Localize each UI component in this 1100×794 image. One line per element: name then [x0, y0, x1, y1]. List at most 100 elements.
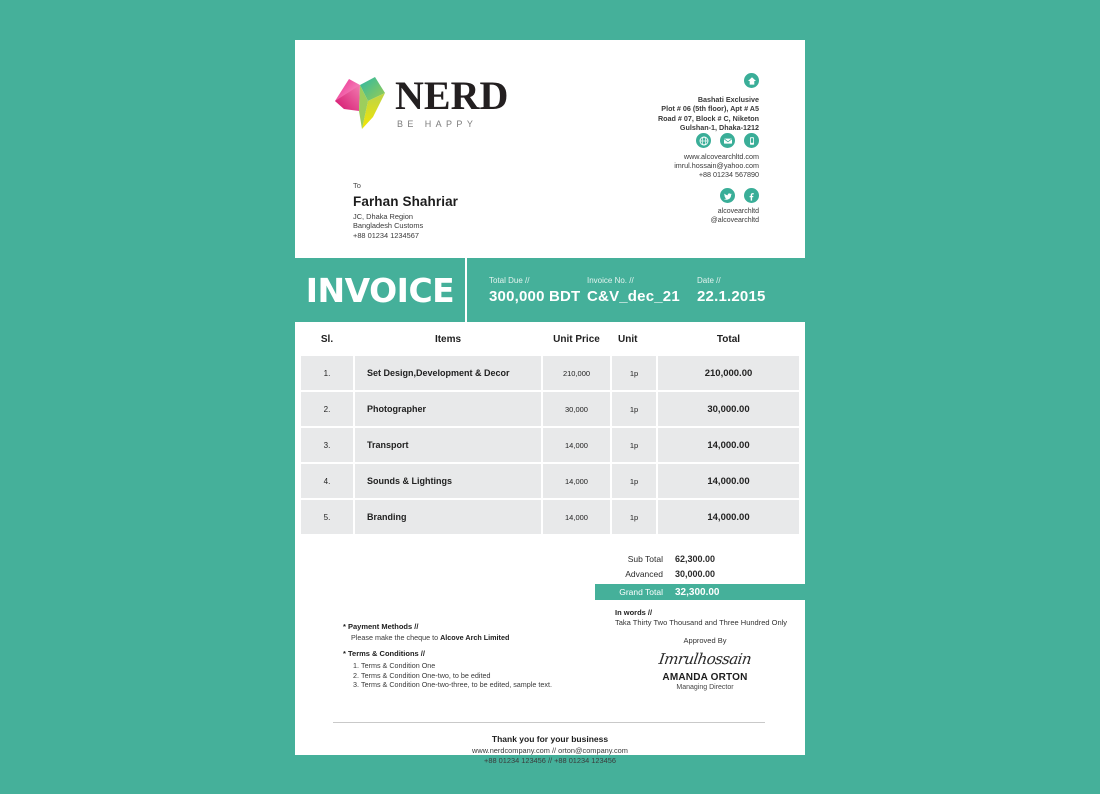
logo-name: NERD — [395, 73, 509, 118]
row-total: 30,000.00 — [658, 392, 799, 426]
thank-you-block: Thank you for your business www.nerdcomp… — [295, 734, 805, 765]
twitter-icon[interactable] — [720, 188, 735, 203]
globe-icon[interactable] — [696, 133, 711, 148]
row-unit: 1p — [612, 392, 656, 426]
row-item: Sounds & Lightings — [355, 464, 541, 498]
line-items-table: Sl. Items Unit Price Unit Total 1. Set D… — [295, 322, 805, 534]
home-icon — [744, 73, 759, 89]
footer-divider — [333, 722, 765, 723]
payment-prefix: Please make the cheque to — [351, 633, 441, 642]
in-words-text: Taka Thirty Two Thousand and Three Hundr… — [615, 618, 788, 627]
footer-web-email: www.nerdcompany.com // orton@company.com — [472, 746, 628, 755]
row-sl: 2. — [301, 392, 353, 426]
payment-methods-heading: * Payment Methods // — [343, 622, 419, 631]
row-unit: 1p — [612, 500, 656, 534]
invoice-number-label: Invoice No. // — [587, 275, 634, 285]
terms-heading: * Terms & Conditions // — [343, 649, 425, 658]
row-price: 14,000 — [543, 464, 610, 498]
sub-total-row: Sub Total 62,300.00 — [295, 552, 805, 567]
bill-to-line-1: JC, Dhaka Region — [353, 212, 413, 221]
grand-total-label: Grand Total — [619, 587, 663, 597]
row-item: Branding — [355, 500, 541, 534]
company-logo: NERD BE HAPPY — [333, 71, 508, 141]
address-line-4: Gulshan-1, Dhaka-1212 — [679, 123, 759, 133]
address-lines: Bashati Exclusive Plot # 06 (5th floor),… — [658, 95, 759, 133]
table-row: 3. Transport 14,000 1p 14,000.00 — [295, 428, 805, 462]
column-header-items: Items — [434, 333, 462, 345]
terms-item: Terms & Condition One — [361, 661, 552, 671]
company-email[interactable]: imrul.hossain@yahoo.com — [674, 161, 759, 170]
table-row: 4. Sounds & Lightings 14,000 1p 14,000.0… — [295, 464, 805, 498]
invoice-number-value: C&V_dec_21 — [587, 287, 680, 305]
terms-list: Terms & Condition One Terms & Condition … — [343, 661, 552, 690]
address-line-2: Plot # 06 (5th floor), Apt # A5 — [661, 104, 759, 114]
row-sl: 5. — [301, 500, 353, 534]
bill-to-line-3: +88 01234 1234567 — [353, 230, 419, 240]
contact-lines: www.alcovearchltd.com imrul.hossain@yaho… — [674, 152, 759, 180]
social-handle-2: @alcovearchltd — [710, 217, 759, 224]
signature-image: Imrulhossain — [657, 650, 753, 668]
row-price: 30,000 — [543, 392, 610, 426]
table-row: 2. Photographer 30,000 1p 30,000.00 — [295, 392, 805, 426]
row-item: Photographer — [355, 392, 541, 426]
row-sl: 1. — [301, 356, 353, 390]
invoice-date: Date // 22.1.2015 — [697, 276, 797, 305]
terms-item: Terms & Condition One-two-three, to be e… — [361, 680, 552, 690]
advanced-row: Advanced 30,000.00 — [295, 567, 805, 582]
approved-by-label: Approved By — [683, 636, 727, 645]
bill-to-label: To — [353, 181, 361, 190]
row-total: 14,000.00 — [658, 500, 799, 534]
row-price: 14,000 — [543, 500, 610, 534]
invoice-sheet: NERD BE HAPPY Bashati Exclusive Plot # 0… — [295, 40, 805, 765]
row-total: 14,000.00 — [658, 428, 799, 462]
row-total: 14,000.00 — [658, 464, 799, 498]
payment-methods-text: Please make the cheque to Alcove Arch Li… — [343, 633, 509, 642]
invoice-banner: INVOICE Total Due // 300,000 BDT Invoice… — [295, 258, 805, 322]
invoice-header: NERD BE HAPPY Bashati Exclusive Plot # 0… — [295, 40, 805, 258]
invoice-footer-section: In words // Taka Thirty Two Thousand and… — [295, 600, 805, 765]
terms-item: Terms & Condition One-two, to be edited — [361, 671, 552, 681]
social-lines: alcovearchltd @alcovearchltd — [711, 207, 759, 225]
logo-text: NERD BE HAPPY — [395, 73, 509, 130]
phone-icon[interactable] — [744, 133, 759, 148]
social-handle-1: alcovearchltd — [717, 208, 759, 215]
nerd-logo-mark — [333, 71, 388, 137]
row-unit: 1p — [612, 428, 656, 462]
column-header-total: Total — [716, 333, 741, 345]
payment-methods-block: * Payment Methods // Please make the che… — [343, 622, 509, 642]
invoice-title-block: INVOICE — [295, 258, 465, 322]
row-item: Set Design,Development & Decor — [355, 356, 541, 390]
in-words-block: In words // Taka Thirty Two Thousand and… — [615, 608, 787, 627]
total-due-label: Total Due // — [489, 275, 530, 285]
company-website[interactable]: www.alcovearchltd.com — [674, 152, 759, 161]
invoice-meta-block: Total Due // 300,000 BDT Invoice No. // … — [467, 258, 805, 322]
payment-payee: Alcove Arch Limited — [440, 633, 510, 642]
sub-total-value: 62,300.00 — [675, 554, 716, 564]
row-price: 210,000 — [543, 356, 610, 390]
bill-to-line-2: Bangladesh Customs — [353, 221, 424, 231]
facebook-icon[interactable] — [744, 188, 759, 203]
totals-block: Sub Total 62,300.00 Advanced 30,000.00 G… — [295, 552, 805, 600]
invoice-date-label: Date // — [697, 275, 721, 285]
grand-total-row: Grand Total 32,300.00 — [595, 584, 805, 600]
contact-icon-row — [674, 133, 759, 148]
sub-total-label: Sub Total — [627, 554, 663, 564]
row-item: Transport — [355, 428, 541, 462]
table-header-row: Sl. Items Unit Price Unit Total — [295, 322, 805, 356]
column-header-unit: Unit — [618, 333, 638, 345]
row-price: 14,000 — [543, 428, 610, 462]
bill-to-lines: JC, Dhaka Region Bangladesh Customs +88 … — [353, 212, 458, 240]
approver-title: Managing Director — [676, 684, 734, 691]
footer-phones: +88 01234 123456 // +88 01234 123456 — [484, 756, 616, 765]
bill-to-name: Farhan Shahriar — [353, 194, 459, 209]
row-unit: 1p — [612, 464, 656, 498]
invoice-page: NERD BE HAPPY Bashati Exclusive Plot # 0… — [0, 0, 1100, 794]
address-line-1: Bashati Exclusive — [697, 95, 759, 104]
company-social: alcovearchltd @alcovearchltd — [711, 188, 759, 225]
row-sl: 4. — [301, 464, 353, 498]
invoice-date-value: 22.1.2015 — [697, 287, 766, 305]
in-words-label: In words // — [615, 608, 653, 617]
envelope-icon[interactable] — [720, 133, 735, 148]
approver-name: AMANDA ORTON — [662, 672, 748, 683]
company-contact: www.alcovearchltd.com imrul.hossain@yaho… — [674, 133, 759, 180]
